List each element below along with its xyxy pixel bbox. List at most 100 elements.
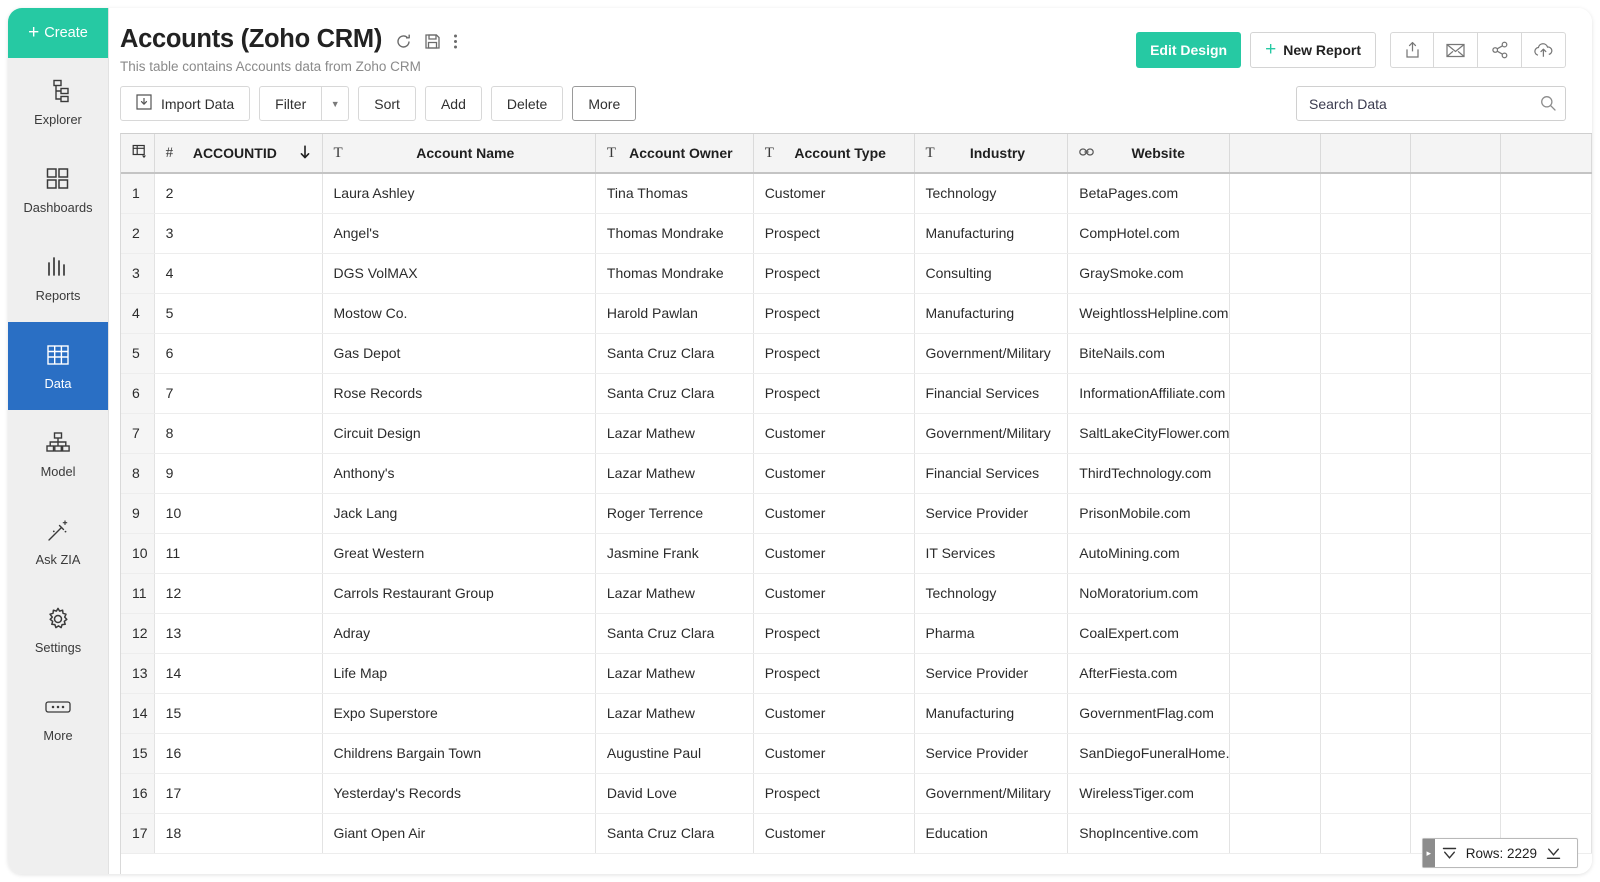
select-all-columns-icon[interactable] [132,144,148,160]
table-row[interactable]: 56Gas DepotSanta Cruz ClaraProspectGover… [121,333,1592,373]
cell-website[interactable]: SanDiegoFuneralHome.com [1068,733,1230,773]
cell-account-owner[interactable]: Lazar Mathew [595,693,753,733]
cell-blank[interactable] [1230,653,1320,693]
table-row[interactable]: 1314Life MapLazar MathewProspectService … [121,653,1592,693]
cell-industry[interactable]: Financial Services [914,373,1068,413]
cell-accountid[interactable]: 8 [154,413,322,453]
rows-count-widget[interactable]: ▸ Rows: 2229 [1422,838,1578,868]
cell-blank[interactable] [1320,653,1410,693]
cell-blank[interactable] [1230,293,1320,333]
cell-account-type[interactable]: Customer [753,173,914,213]
cell-account-owner[interactable]: Harold Pawlan [595,293,753,333]
cell-blank[interactable] [1320,493,1410,533]
cell-accountid[interactable]: 7 [154,373,322,413]
sort-descending-icon[interactable] [299,145,311,162]
cell-account-name[interactable]: Gas Depot [322,333,595,373]
table-row[interactable]: 45Mostow Co.Harold PawlanProspectManufac… [121,293,1592,333]
cell-accountid[interactable]: 15 [154,693,322,733]
cell-website[interactable]: CompHotel.com [1068,213,1230,253]
cell-blank[interactable] [1501,613,1592,653]
column-header-accountid[interactable]: #ACCOUNTID [154,134,322,173]
import-data-button[interactable]: Import Data [120,86,250,121]
sidebar-item-ask-zia[interactable]: Ask ZIA [8,498,108,586]
cell-blank[interactable] [1501,173,1592,213]
cell-account-name[interactable]: Adray [322,613,595,653]
sidebar-item-explorer[interactable]: Explorer [8,58,108,146]
cell-blank[interactable] [1230,573,1320,613]
cell-account-type[interactable]: Customer [753,693,914,733]
cell-blank[interactable] [1320,693,1410,733]
cell-accountid[interactable]: 14 [154,653,322,693]
cell-account-owner[interactable]: Lazar Mathew [595,413,753,453]
cell-website[interactable]: GovernmentFlag.com [1068,693,1230,733]
cell-blank[interactable] [1320,773,1410,813]
cell-industry[interactable]: Government/Military [914,413,1068,453]
cell-website[interactable]: SaltLakeCityFlower.com [1068,413,1230,453]
cell-website[interactable]: BetaPages.com [1068,173,1230,213]
sidebar-item-settings[interactable]: Settings [8,586,108,674]
cell-blank[interactable] [1230,693,1320,733]
cell-account-type[interactable]: Customer [753,733,914,773]
edit-design-button[interactable]: Edit Design [1136,32,1241,68]
cell-blank[interactable] [1411,213,1501,253]
cell-industry[interactable]: Service Provider [914,493,1068,533]
table-row[interactable]: 1011Great WesternJasmine FrankCustomerIT… [121,533,1592,573]
chevron-down-icon[interactable]: ▼ [322,86,349,121]
scroll-to-bottom-icon[interactable] [1539,847,1568,860]
cell-account-name[interactable]: Anthony's [322,453,595,493]
cell-blank[interactable] [1320,453,1410,493]
refresh-icon[interactable] [395,33,412,50]
cell-industry[interactable]: Financial Services [914,453,1068,493]
cell-website[interactable]: InformationAffiliate.com [1068,373,1230,413]
cell-account-name[interactable]: Expo Superstore [322,693,595,733]
cell-blank[interactable] [1230,373,1320,413]
cell-accountid[interactable]: 3 [154,213,322,253]
cell-blank[interactable] [1320,333,1410,373]
sidebar-item-more[interactable]: More [8,674,108,762]
column-header-blank[interactable] [1230,134,1320,173]
table-row[interactable]: 34DGS VolMAXThomas MondrakeProspectConsu… [121,253,1592,293]
column-header-owner[interactable]: TAccount Owner [595,134,753,173]
cell-blank[interactable] [1320,613,1410,653]
cell-blank[interactable] [1411,493,1501,533]
cell-blank[interactable] [1230,213,1320,253]
table-row[interactable]: 12Laura AshleyTina ThomasCustomerTechnol… [121,173,1592,213]
cell-blank[interactable] [1411,253,1501,293]
cell-blank[interactable] [1320,293,1410,333]
table-row[interactable]: 78Circuit DesignLazar MathewCustomerGove… [121,413,1592,453]
sidebar-item-dashboards[interactable]: Dashboards [8,146,108,234]
cell-blank[interactable] [1501,493,1592,533]
cell-website[interactable]: CoalExpert.com [1068,613,1230,653]
cell-account-type[interactable]: Prospect [753,773,914,813]
cell-account-name[interactable]: Laura Ashley [322,173,595,213]
cell-accountid[interactable]: 9 [154,453,322,493]
cell-accountid[interactable]: 4 [154,253,322,293]
cell-blank[interactable] [1411,333,1501,373]
cloud-upload-icon[interactable] [1522,32,1566,68]
cell-accountid[interactable]: 11 [154,533,322,573]
sidebar-item-data[interactable]: Data [8,322,108,410]
cell-account-owner[interactable]: David Love [595,773,753,813]
table-row[interactable]: 1415Expo SuperstoreLazar MathewCustomerM… [121,693,1592,733]
cell-account-type[interactable]: Customer [753,573,914,613]
cell-website[interactable]: WeightlossHelpline.com [1068,293,1230,333]
sidebar-item-reports[interactable]: Reports [8,234,108,322]
cell-blank[interactable] [1501,693,1592,733]
column-header-blank[interactable] [1411,134,1501,173]
table-row[interactable]: 89Anthony'sLazar MathewCustomerFinancial… [121,453,1592,493]
add-button[interactable]: Add [425,86,482,121]
cell-blank[interactable] [1230,493,1320,533]
cell-blank[interactable] [1501,213,1592,253]
cell-blank[interactable] [1320,733,1410,773]
delete-button[interactable]: Delete [491,86,563,121]
cell-blank[interactable] [1411,693,1501,733]
grid-corner-cell[interactable] [121,134,154,173]
cell-account-type[interactable]: Customer [753,813,914,853]
column-header-type[interactable]: TAccount Type [753,134,914,173]
cell-accountid[interactable]: 13 [154,613,322,653]
cell-account-owner[interactable]: Santa Cruz Clara [595,613,753,653]
cell-blank[interactable] [1230,733,1320,773]
cell-website[interactable]: WirelessTiger.com [1068,773,1230,813]
cell-accountid[interactable]: 5 [154,293,322,333]
cell-blank[interactable] [1230,333,1320,373]
